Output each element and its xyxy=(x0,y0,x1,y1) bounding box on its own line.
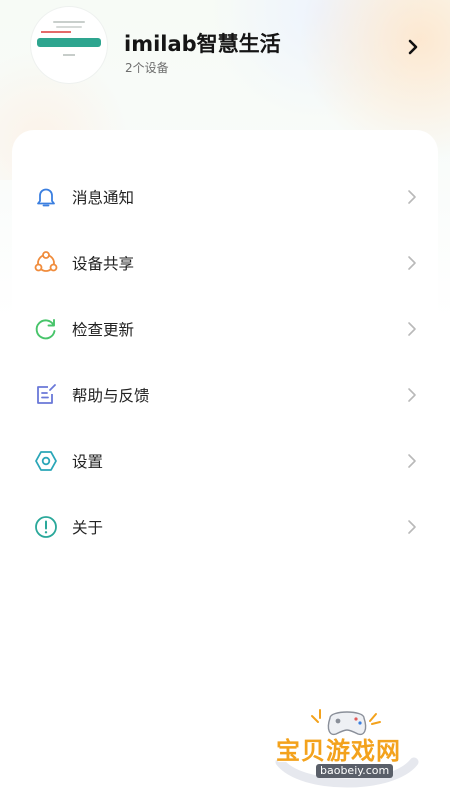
menu-item-label: 设置 xyxy=(72,453,104,471)
watermark-text: 宝贝游戏网 xyxy=(276,737,401,765)
device-count: 2个设备 xyxy=(125,61,169,75)
menu-item-label: 关于 xyxy=(72,519,104,537)
feedback-icon xyxy=(37,384,56,404)
avatar-small-line xyxy=(63,54,75,56)
avatar-red-line xyxy=(41,31,71,33)
menu-card: 消息通知 设备共享 检查更新 帮助与反馈 设置 关于 xyxy=(12,130,438,800)
menu-item-label: 消息通知 xyxy=(72,189,135,207)
menu-item-device-sharing[interactable]: 设备共享 xyxy=(12,240,438,284)
menu-item-label: 检查更新 xyxy=(72,321,135,339)
bell-icon xyxy=(37,188,55,207)
chevron-right-icon xyxy=(408,520,416,534)
chevron-right-icon xyxy=(408,322,416,336)
account-title: imilab智慧生活 xyxy=(124,32,281,56)
chevron-right-icon xyxy=(408,388,416,402)
chevron-right-icon xyxy=(408,190,416,204)
settings-icon xyxy=(35,451,57,471)
avatar-line xyxy=(56,26,82,28)
avatar-line xyxy=(53,21,85,23)
info-icon xyxy=(35,516,57,538)
profile-header[interactable]: imilab智慧生活 2个设备 xyxy=(0,0,450,120)
menu-item-help-feedback[interactable]: 帮助与反馈 xyxy=(12,372,438,416)
menu-item-notifications[interactable]: 消息通知 xyxy=(12,174,438,218)
refresh-icon xyxy=(35,319,56,340)
chevron-right-icon[interactable] xyxy=(405,38,421,56)
menu-item-check-update[interactable]: 检查更新 xyxy=(12,306,438,350)
menu-item-label: 帮助与反馈 xyxy=(72,387,150,405)
menu-item-about[interactable]: 关于 xyxy=(12,504,438,548)
menu-item-settings[interactable]: 设置 xyxy=(12,438,438,482)
chevron-right-icon xyxy=(408,454,416,468)
chevron-right-icon xyxy=(408,256,416,270)
watermark-url: baobeiy.com xyxy=(316,764,394,778)
avatar-button-graphic xyxy=(37,38,101,47)
menu-item-label: 设备共享 xyxy=(72,255,135,273)
avatar[interactable] xyxy=(31,7,107,83)
share-icon xyxy=(34,251,58,272)
